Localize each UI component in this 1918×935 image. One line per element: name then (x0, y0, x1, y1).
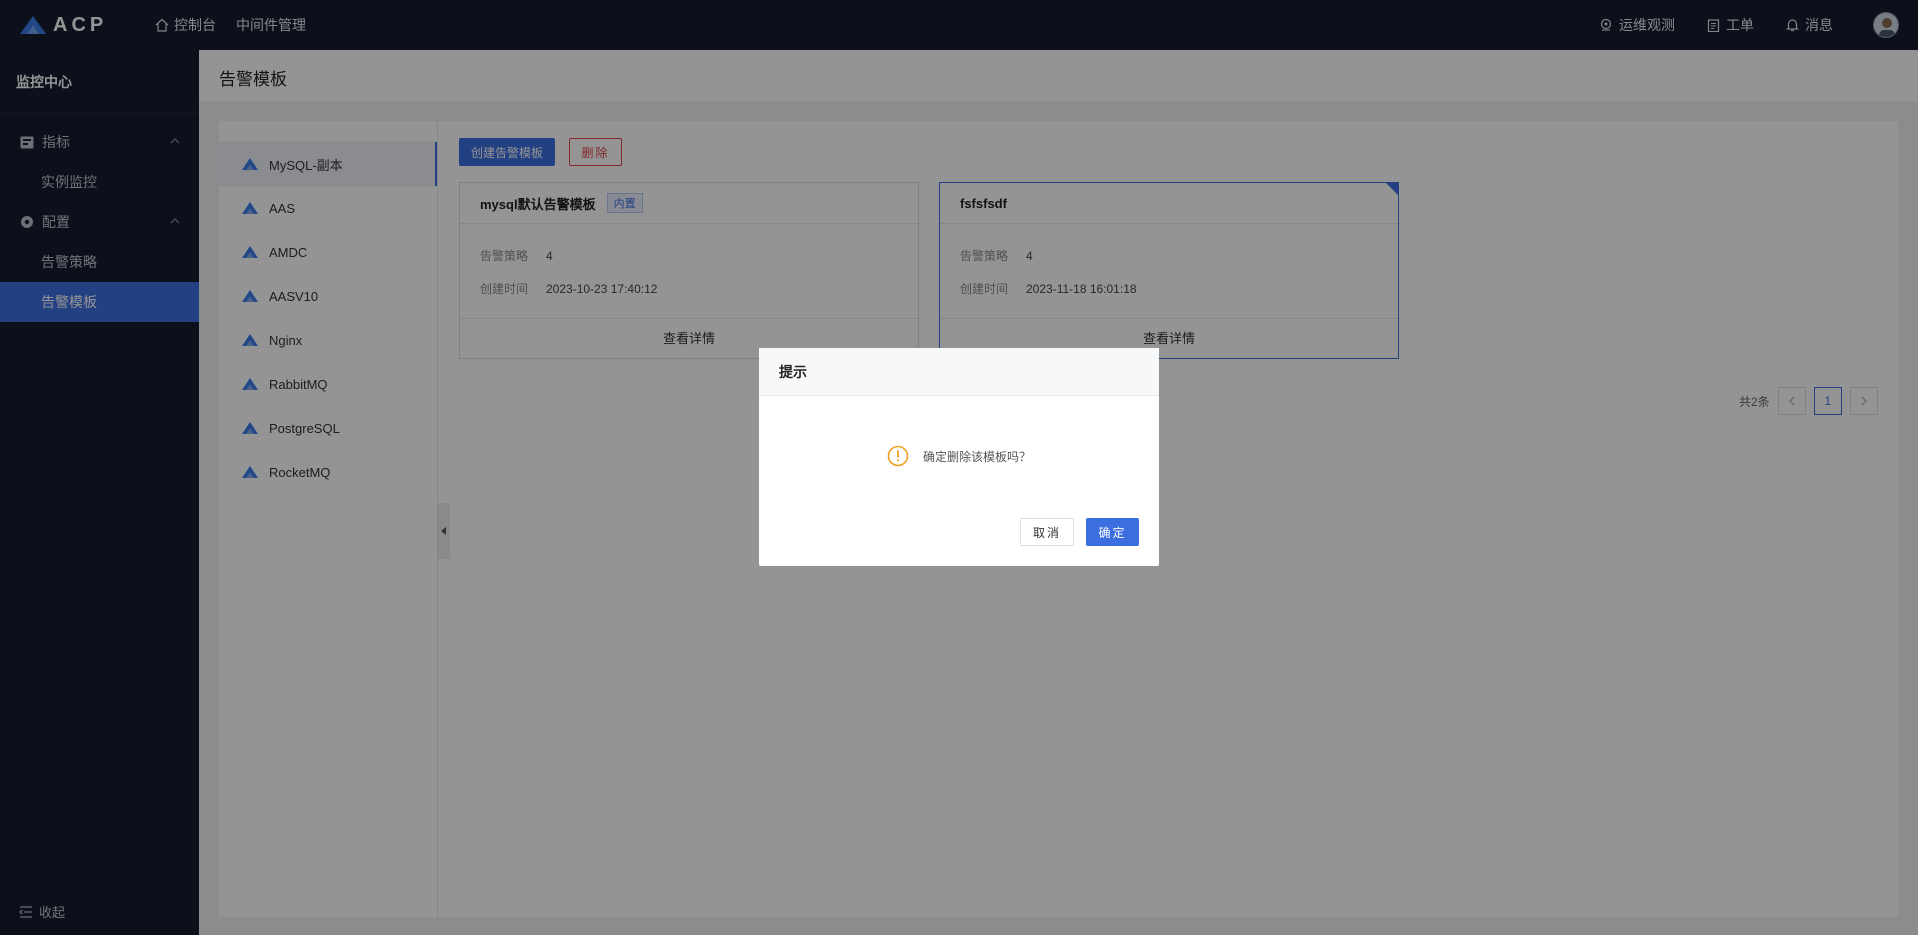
dialog-message: 确定删除该模板吗？ (922, 449, 1031, 464)
confirm-dialog: 提示 确定删除该模板吗？ 取消 确定 (759, 348, 1159, 566)
confirm-button[interactable]: 确定 (1086, 518, 1139, 546)
warning-icon (887, 445, 909, 467)
cancel-button[interactable]: 取消 (1020, 518, 1074, 546)
dialog-title: 提示 (759, 348, 1159, 396)
